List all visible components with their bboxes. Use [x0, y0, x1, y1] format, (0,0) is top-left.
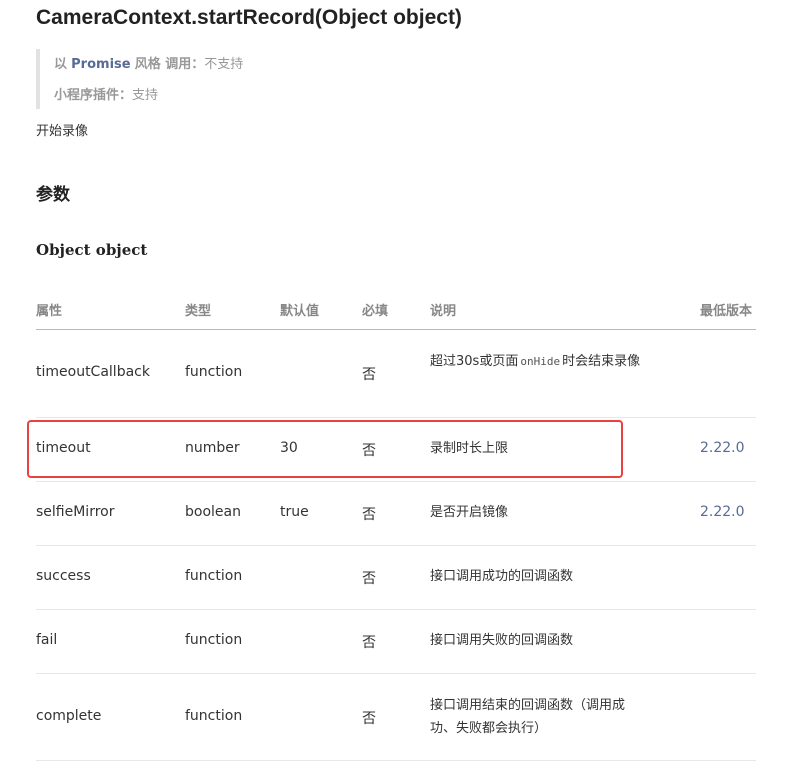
promise-link[interactable]: Promise — [71, 57, 130, 72]
params-heading: 参数 — [36, 185, 70, 205]
table-row: complete function 否 接口调用结束的回调函数（调用成功、失败都… — [36, 674, 756, 761]
cell-required: 否 — [362, 507, 376, 523]
cell-version[interactable]: 2.22.0 — [700, 504, 745, 520]
desc-inline-code: onHide — [520, 355, 561, 368]
plugin-label: 小程序插件： — [54, 88, 133, 103]
desc-text: 时会结束录像 — [562, 354, 641, 369]
cell-default: 30 — [280, 440, 298, 456]
promise-support-value: 不支持 — [204, 57, 244, 72]
cell-property: timeoutCallback — [36, 364, 150, 380]
cell-type: function — [185, 708, 243, 724]
cell-property: fail — [36, 632, 58, 648]
page-title: CameraContext.startRecord(Object object) — [36, 6, 462, 29]
cell-description: 是否开启镜像 — [430, 505, 509, 520]
cell-type: function — [185, 568, 243, 584]
cell-property: selfieMirror — [36, 504, 115, 520]
method-description: 开始录像 — [36, 124, 89, 139]
cell-description: 录制时长上限 — [430, 441, 509, 456]
cell-property: complete — [36, 708, 102, 724]
params-table: 属性 类型 默认值 必填 说明 最低版本 timeoutCallback fun… — [36, 290, 756, 761]
cell-required: 否 — [362, 367, 376, 383]
promise-support-line: 以 Promise 风格 调用：不支持 — [54, 53, 243, 72]
table-row: fail function 否 接口调用失败的回调函数 — [36, 610, 756, 674]
cell-description: 接口调用成功的回调函数 — [430, 569, 574, 584]
style-call-label: 风格 调用： — [134, 57, 205, 72]
table-row: success function 否 接口调用成功的回调函数 — [36, 546, 756, 610]
promise-prefix: 以 — [54, 57, 68, 72]
cell-required: 否 — [362, 711, 376, 727]
header-type: 类型 — [185, 304, 212, 319]
table-row: timeoutCallback function 否 超过30s或页面 onHid… — [36, 330, 756, 418]
header-min-version: 最低版本 — [700, 304, 753, 319]
cell-type: boolean — [185, 504, 241, 520]
table-row: timeout number 30 否 录制时长上限 2.22.0 — [36, 418, 756, 482]
cell-default: true — [280, 504, 309, 520]
cell-property: success — [36, 568, 91, 584]
object-heading: Object object — [36, 241, 148, 259]
header-property: 属性 — [36, 304, 63, 319]
cell-required: 否 — [362, 443, 376, 459]
cell-type: function — [185, 632, 243, 648]
cell-description: 接口调用失败的回调函数 — [430, 633, 574, 648]
cell-version[interactable]: 2.22.0 — [700, 440, 745, 456]
header-required: 必填 — [362, 304, 389, 319]
plugin-support-value: 支持 — [132, 88, 159, 103]
desc-text: 超过30s或页面 — [430, 354, 519, 369]
table-row: selfieMirror boolean true 否 是否开启镜像 2.22.… — [36, 482, 756, 546]
cell-property: timeout — [36, 440, 91, 456]
plugin-support-line: 小程序插件：支持 — [54, 84, 158, 103]
cell-description: 超过30s或页面 onHide 时会结束录像 — [430, 350, 670, 373]
cell-type: number — [185, 440, 240, 456]
cell-required: 否 — [362, 635, 376, 651]
table-header: 属性 类型 默认值 必填 说明 最低版本 — [36, 290, 756, 330]
cell-type: function — [185, 364, 243, 380]
support-callout: 以 Promise 风格 调用：不支持 小程序插件：支持 — [36, 49, 350, 109]
cell-description: 接口调用结束的回调函数（调用成功、失败都会执行） — [430, 698, 626, 736]
header-default: 默认值 — [280, 304, 320, 319]
header-description: 说明 — [430, 304, 457, 319]
cell-required: 否 — [362, 571, 376, 587]
